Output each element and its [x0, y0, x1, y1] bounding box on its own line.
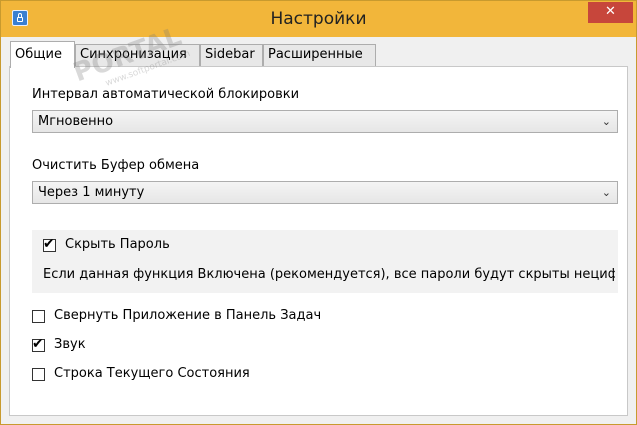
- tab-sync[interactable]: Синхронизация: [75, 44, 200, 66]
- minimize-to-tray-label: Свернуть Приложение в Панель Задач: [54, 308, 322, 323]
- tab-sidebar[interactable]: Sidebar: [200, 44, 263, 66]
- autolock-select[interactable]: Мгновенно ⌄: [32, 110, 618, 133]
- minimize-to-tray-checkbox[interactable]: [32, 310, 45, 323]
- sound-label: Звук: [54, 337, 86, 352]
- tab-advanced[interactable]: Расширенные: [263, 44, 376, 66]
- window-title: Настройки: [270, 9, 367, 29]
- chevron-down-icon: ⌄: [601, 186, 611, 199]
- autolock-label: Интервал автоматической блокировки: [32, 87, 300, 102]
- checkmark-icon: ✔: [43, 236, 55, 252]
- general-panel: Интервал автоматической блокировки Мгнов…: [9, 66, 628, 416]
- sound-checkbox[interactable]: ✔: [32, 336, 45, 352]
- checkmark-icon: ✔: [32, 336, 44, 352]
- settings-window: Настройки ✕ Общие Синхронизация Sidebar …: [0, 0, 637, 425]
- clipboard-select[interactable]: Через 1 минуту ⌄: [32, 181, 618, 204]
- close-icon: ✕: [605, 4, 616, 19]
- hide-password-label: Скрыть Пароль: [65, 237, 170, 252]
- autolock-value: Мгновенно: [38, 114, 114, 129]
- clipboard-label: Очистить Буфер обмена: [32, 158, 200, 173]
- hide-password-description: Если данная функция Включена (рекомендуе…: [43, 267, 615, 282]
- clipboard-value: Через 1 минуту: [38, 185, 145, 200]
- status-bar-label: Строка Текущего Состояния: [54, 366, 250, 381]
- status-bar-checkbox[interactable]: [32, 368, 45, 381]
- title-bar[interactable]: Настройки ✕: [1, 1, 636, 37]
- close-button[interactable]: ✕: [588, 2, 633, 23]
- chevron-down-icon: ⌄: [601, 115, 611, 128]
- hide-password-group: ✔ Скрыть Пароль Если данная функция Вклю…: [32, 230, 618, 293]
- tab-general[interactable]: Общие: [10, 41, 75, 68]
- hide-password-checkbox[interactable]: ✔: [43, 236, 56, 252]
